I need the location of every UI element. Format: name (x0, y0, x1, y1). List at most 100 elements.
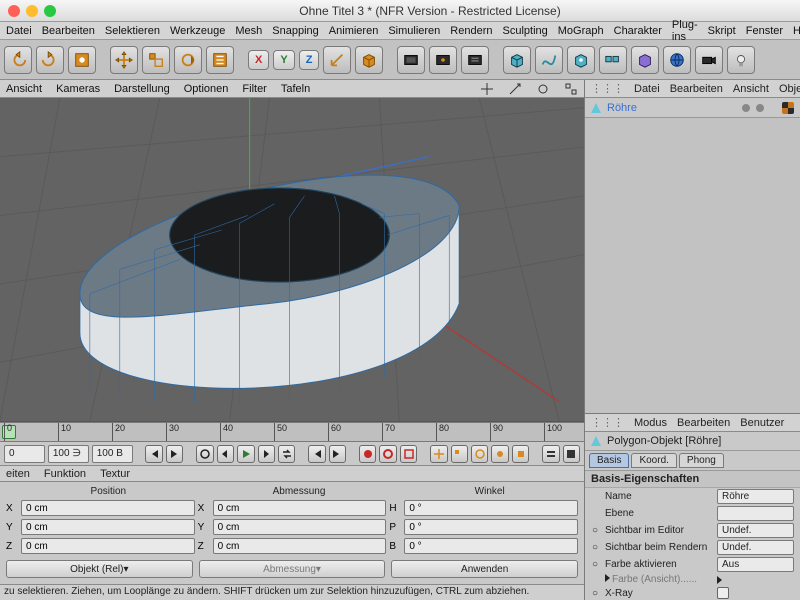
viewport-toggle-icon[interactable] (564, 82, 578, 96)
ang-p-field[interactable] (404, 519, 578, 535)
om-menu-objekte[interactable]: Objekte (779, 83, 800, 95)
add-deformer-button[interactable] (631, 46, 659, 74)
coord-apply-button[interactable]: Anwenden (391, 560, 578, 578)
prev-key-button[interactable] (308, 445, 325, 463)
menu-bearbeiten[interactable]: Bearbeiten (42, 25, 95, 37)
attr-menu-bearbeiten[interactable]: Bearbeiten (677, 417, 730, 429)
menu-charakter[interactable]: Charakter (614, 25, 662, 37)
visibility-render-dot-icon[interactable] (756, 104, 764, 112)
tab-basis[interactable]: Basis (589, 453, 629, 468)
object-tree-row[interactable]: Röhre (585, 98, 800, 118)
view-menu-optionen[interactable]: Optionen (184, 83, 229, 95)
add-spline-button[interactable] (535, 46, 563, 74)
view-menu-ansicht[interactable]: Ansicht (6, 83, 42, 95)
coord-mode-dropdown[interactable]: Objekt (Rel) ▾ (6, 560, 193, 578)
cube-primitive-button[interactable] (355, 46, 383, 74)
prop-xray-checkbox[interactable] (717, 587, 729, 599)
prop-name-field[interactable]: Röhre (717, 489, 794, 504)
menu-simulieren[interactable]: Simulieren (388, 25, 440, 37)
render-pv-button[interactable] (429, 46, 457, 74)
pos-x-field[interactable] (21, 500, 195, 516)
next-key-button[interactable] (329, 445, 346, 463)
tab-funktion[interactable]: Funktion (44, 468, 86, 480)
key-pla-button[interactable] (512, 445, 529, 463)
menu-fenster[interactable]: Fenster (746, 25, 783, 37)
menu-mesh[interactable]: Mesh (235, 25, 262, 37)
viewport-zoom-icon[interactable] (508, 82, 522, 96)
dim-x-field[interactable] (213, 500, 387, 516)
attr-menu-modus[interactable]: Modus (634, 417, 667, 429)
add-environment-button[interactable] (663, 46, 691, 74)
menu-datei[interactable]: Datei (6, 25, 32, 37)
add-nurbs-button[interactable] (567, 46, 595, 74)
attr-menu-benutzer[interactable]: Benutzer (740, 417, 784, 429)
rotate-button[interactable] (174, 46, 202, 74)
render-settings-button[interactable] (461, 46, 489, 74)
redo-button[interactable] (36, 46, 64, 74)
menu-plugins[interactable]: Plug-ins (672, 19, 698, 43)
menu-selektieren[interactable]: Selektieren (105, 25, 160, 37)
scale-button[interactable] (142, 46, 170, 74)
lock-x-button[interactable]: X (248, 50, 269, 70)
visibility-editor-dot-icon[interactable] (742, 104, 750, 112)
cycle-button[interactable] (278, 445, 295, 463)
prop-visibility-editor-field[interactable]: Undef. (717, 523, 794, 538)
tab-phong[interactable]: Phong (679, 453, 724, 468)
key-scale-button[interactable] (451, 445, 468, 463)
record-button[interactable] (359, 445, 376, 463)
tab-textur[interactable]: Textur (100, 468, 130, 480)
add-cube-button[interactable] (503, 46, 531, 74)
tab-koord[interactable]: Koord. (631, 453, 676, 468)
perspective-viewport[interactable]: ↖▦ (0, 98, 584, 422)
close-icon[interactable] (8, 5, 20, 17)
play-button[interactable] (237, 445, 254, 463)
viewport-move-icon[interactable] (480, 82, 494, 96)
key-selection-button[interactable] (400, 445, 417, 463)
menu-skript[interactable]: Skript (708, 25, 736, 37)
menu-hilfe[interactable]: Hilfe (793, 25, 800, 37)
add-array-button[interactable] (599, 46, 627, 74)
next-frame-button[interactable] (258, 445, 275, 463)
view-menu-tafeln[interactable]: Tafeln (281, 83, 310, 95)
key-rotate-button[interactable] (471, 445, 488, 463)
dim-z-field[interactable] (213, 538, 387, 554)
undo-button[interactable] (4, 46, 32, 74)
om-menu-ansicht[interactable]: Ansicht (733, 83, 769, 95)
prop-ebene-field[interactable] (717, 506, 794, 521)
move-button[interactable] (110, 46, 138, 74)
pos-z-field[interactable] (21, 538, 195, 554)
viewport-rotate-icon[interactable] (536, 82, 550, 96)
view-menu-filter[interactable]: Filter (242, 83, 266, 95)
menu-rendern[interactable]: Rendern (450, 25, 492, 37)
autokey-button[interactable] (379, 445, 396, 463)
add-light-button[interactable] (727, 46, 755, 74)
prop-color-activate-field[interactable]: Aus (717, 557, 794, 572)
object-name-label[interactable]: Röhre (607, 102, 637, 114)
loop-button[interactable] (196, 445, 213, 463)
ang-b-field[interactable] (404, 538, 578, 554)
dim-y-field[interactable] (213, 519, 387, 535)
go-start-button[interactable] (145, 445, 162, 463)
view-menu-kameras[interactable]: Kameras (56, 83, 100, 95)
frame-end-field[interactable]: 100 ∋ (48, 445, 89, 463)
chevron-right-icon[interactable] (717, 576, 722, 584)
render-view-button[interactable] (397, 46, 425, 74)
coord-system-button[interactable] (323, 46, 351, 74)
tab-eiten[interactable]: eiten (6, 468, 30, 480)
timeline-options-button[interactable] (542, 445, 559, 463)
key-move-button[interactable] (430, 445, 447, 463)
prev-frame-button[interactable] (217, 445, 234, 463)
ang-h-field[interactable] (404, 500, 578, 516)
maximize-icon[interactable] (44, 5, 56, 17)
go-end-button[interactable] (166, 445, 183, 463)
menu-sculpting[interactable]: Sculpting (503, 25, 548, 37)
phong-tag-icon[interactable] (782, 102, 794, 114)
frame-start-field[interactable]: 0 (4, 445, 45, 463)
menu-mograph[interactable]: MoGraph (558, 25, 604, 37)
key-param-button[interactable] (491, 445, 508, 463)
om-menu-bearbeiten[interactable]: Bearbeiten (670, 83, 723, 95)
pos-y-field[interactable] (21, 519, 195, 535)
om-menu-datei[interactable]: Datei (634, 83, 660, 95)
coord-dim-dropdown[interactable]: Abmessung ▾ (199, 560, 386, 578)
timeline-more-button[interactable] (563, 445, 580, 463)
